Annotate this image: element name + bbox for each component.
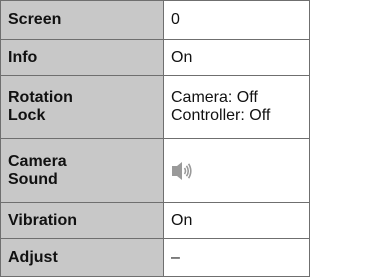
setting-value-controller-rotation: Controller: Off: [171, 107, 271, 124]
speaker-volume-icon: [171, 161, 193, 181]
setting-label-rotation-lock: Rotation Lock: [0, 75, 164, 139]
table-row-adjust: Adjust –: [0, 238, 310, 277]
table-row-camera-sound: Camera Sound: [0, 138, 310, 203]
setting-value-screen: 0: [163, 0, 310, 40]
setting-label-camera-sound-line-1: Camera: [8, 152, 67, 170]
setting-value-info: On: [163, 39, 310, 76]
setting-label-vibration: Vibration: [0, 202, 164, 239]
setting-value-vibration: On: [163, 202, 310, 239]
setting-label-screen: Screen: [0, 0, 164, 40]
setting-label-camera-sound: Camera Sound: [0, 138, 164, 203]
setting-value-rotation-lock: Camera: Off Controller: Off: [163, 75, 310, 139]
table-row-vibration: Vibration On: [0, 202, 310, 239]
setting-label-info: Info: [0, 39, 164, 76]
setting-label-camera-sound-line-2: Sound: [8, 170, 58, 188]
settings-table: Screen 0 Info On Rotation Lock Camera: O…: [0, 0, 310, 277]
setting-label-rotation-lock-line-1: Rotation: [8, 89, 73, 106]
setting-label-rotation-lock-line-2: Lock: [8, 107, 46, 124]
setting-value-camera-rotation: Camera: Off: [171, 89, 258, 106]
setting-label-adjust: Adjust: [0, 238, 164, 277]
table-row-screen: Screen 0: [0, 0, 310, 40]
table-row-info: Info On: [0, 39, 310, 76]
table-row-rotation-lock: Rotation Lock Camera: Off Controller: Of…: [0, 75, 310, 139]
setting-value-camera-sound: [163, 138, 310, 203]
setting-value-adjust: –: [163, 238, 310, 277]
